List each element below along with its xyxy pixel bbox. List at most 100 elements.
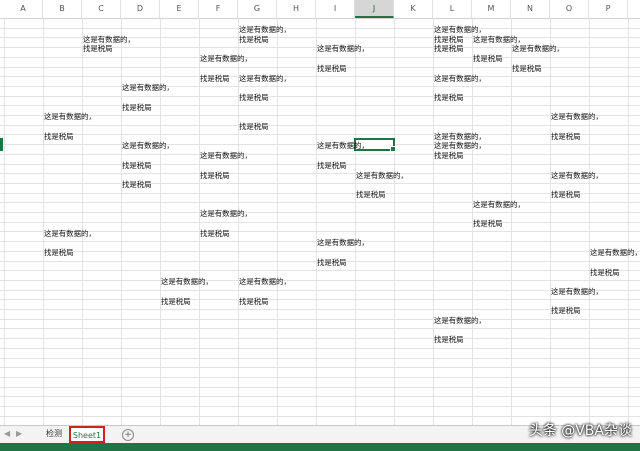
column-header-e[interactable]: E (160, 0, 199, 18)
cell-m-text[interactable]: 找是税局 (473, 219, 503, 229)
cell-b-text[interactable]: 这是有数据的， (44, 112, 96, 122)
cell-d-text[interactable]: 这是有数据的， (122, 83, 174, 93)
cell-b-text[interactable]: 找是税局 (44, 132, 74, 142)
cell-o-text[interactable]: 找是税局 (551, 132, 581, 142)
cell-d-text[interactable]: 找是税局 (122, 161, 152, 171)
cell-g-text[interactable]: 这是有数据的， (239, 74, 291, 84)
cell-g-text[interactable]: 找是税局 (239, 297, 269, 307)
grid-row-line (0, 115, 640, 116)
cell-g-text[interactable]: 这是有数据的， (239, 277, 291, 287)
cell-p-text[interactable]: 这是有数据的， (590, 248, 640, 258)
grid-row-line (0, 124, 640, 126)
column-header-d[interactable]: D (121, 0, 160, 18)
cell-d-text[interactable]: 这是有数据的， (122, 141, 174, 151)
grid-row-line (0, 153, 640, 155)
cell-o-text[interactable]: 这是有数据的， (551, 171, 603, 181)
cell-f-text[interactable]: 这是有数据的， (200, 209, 252, 219)
column-header-a[interactable]: A (4, 0, 43, 18)
cell-l-text[interactable]: 找是税局 (434, 335, 464, 345)
column-header-l[interactable]: L (433, 0, 472, 18)
column-header-p[interactable]: P (589, 0, 628, 18)
cell-f-text[interactable]: 找是税局 (200, 229, 230, 239)
cell-i-text[interactable]: 这是有数据的， (317, 44, 369, 54)
cell-d-text[interactable]: 找是税局 (122, 180, 152, 190)
cell-e-text[interactable]: 找是税局 (161, 297, 191, 307)
cell-g-text[interactable]: 这是有数据的， (239, 25, 291, 35)
column-header-o[interactable]: O (550, 0, 589, 18)
cell-l-text[interactable]: 这是有数据的， (434, 141, 486, 151)
grid-row-line (0, 270, 640, 272)
cell-d-text[interactable]: 找是税局 (122, 103, 152, 113)
cell-m-text[interactable]: 这是有数据的， (473, 200, 525, 210)
cell-n-text[interactable]: 这是有数据的， (512, 44, 564, 54)
grid-row-line (0, 338, 640, 340)
cell-n-text[interactable]: 找是税局 (512, 64, 542, 74)
cell-b-text[interactable]: 找是税局 (44, 248, 74, 258)
cell-l-text[interactable]: 找是税局 (434, 44, 464, 54)
cell-o-text[interactable]: 这是有数据的， (551, 287, 603, 297)
column-header-j[interactable]: J (355, 0, 394, 18)
cell-grid[interactable]: 这是有数据的， 这是有数据的， 这是有数据的， 找是税局 找是税局 这是有数据的， 找是税局… (0, 18, 640, 425)
cell-m-text[interactable]: 这是有数据的， (473, 35, 525, 45)
tab-sheet1[interactable]: Sheet1 (69, 426, 105, 443)
cell-i-text[interactable]: 这是有数据的， (317, 238, 369, 248)
column-header-m[interactable]: M (472, 0, 511, 18)
grid-row-line (0, 406, 640, 407)
cell-b-text[interactable]: 这是有数据的， (44, 229, 96, 239)
cell-l-text[interactable]: 找是税局 (434, 35, 464, 45)
cell-c-text[interactable]: 这是有数据的， (83, 35, 135, 45)
cell-o-text[interactable]: 找是税局 (551, 306, 581, 316)
cell-g-text[interactable]: 找是税局 (239, 35, 269, 45)
scroll-tabs-right-icon[interactable]: ▶ (16, 429, 22, 438)
cell-j-text[interactable]: 找是税局 (356, 190, 386, 200)
cell-i-text[interactable]: 这是有数据的， (317, 141, 369, 151)
grid-row-line (0, 299, 640, 301)
cell-l-text[interactable]: 这是有数据的， (434, 316, 486, 326)
grid-row-line (0, 415, 640, 417)
cell-i-text[interactable]: 找是税局 (317, 161, 347, 171)
cell-g-text[interactable]: 找是税局 (239, 93, 269, 103)
grid-row-line (0, 386, 640, 388)
cell-f-text[interactable]: 找是税局 (200, 171, 230, 181)
cell-l-text[interactable]: 这是有数据的， (434, 25, 486, 35)
tab-jiance[interactable]: 检测 (38, 426, 70, 443)
cell-p-text[interactable]: 找是税局 (590, 268, 620, 278)
grid-row-line (0, 221, 640, 223)
grid-row-line (0, 134, 640, 136)
cell-c-text[interactable]: 找是税局 (83, 44, 113, 54)
cell-i-text[interactable]: 找是税局 (317, 64, 347, 74)
column-header-h[interactable]: H (277, 0, 316, 18)
grid-row-line (0, 318, 640, 320)
cell-i-text[interactable]: 找是税局 (317, 258, 347, 268)
cell-f-text[interactable]: 这是有数据的， (200, 54, 252, 64)
cell-l-text[interactable]: 找是税局 (434, 151, 464, 161)
column-header-i[interactable]: I (316, 0, 355, 18)
add-sheet-icon[interactable]: + (122, 429, 134, 441)
column-header-bar: ABCDEFGHIJKLMNOP (0, 0, 640, 19)
cell-m-text[interactable]: 找是税局 (473, 54, 503, 64)
active-row-marker (0, 138, 3, 152)
cell-f-text[interactable]: 这是有数据的， (200, 151, 252, 161)
cell-j-text[interactable]: 这是有数据的， (356, 171, 408, 181)
fill-handle[interactable] (390, 146, 396, 153)
column-header-c[interactable]: C (82, 0, 121, 18)
cell-o-text[interactable]: 找是税局 (551, 190, 581, 200)
cell-l-text[interactable]: 这是有数据的， (434, 132, 486, 142)
column-header-k[interactable]: K (394, 0, 433, 18)
cell-o-text[interactable]: 这是有数据的， (551, 112, 603, 122)
column-header-n[interactable]: N (511, 0, 550, 18)
column-header-f[interactable]: F (199, 0, 238, 18)
spreadsheet-area[interactable]: ABCDEFGHIJKLMNOP 这是有数据的， 这是有数据的， 这是有数据的， 找是… (0, 0, 640, 425)
cell-g-text[interactable]: 找是税局 (239, 122, 269, 132)
grid-row-line (0, 212, 640, 213)
column-header-g[interactable]: G (238, 0, 277, 18)
cell-l-text[interactable]: 找是税局 (434, 93, 464, 103)
grid-row-line (0, 182, 640, 184)
column-header-b[interactable]: B (43, 0, 82, 18)
scroll-tabs-left-icon[interactable]: ◀ (4, 429, 10, 438)
grid-row-line (0, 85, 640, 87)
grid-row-line (0, 347, 640, 349)
cell-f-text[interactable]: 找是税局 (200, 74, 230, 84)
cell-l-text[interactable]: 这是有数据的， (434, 74, 486, 84)
cell-e-text[interactable]: 这是有数据的， (161, 277, 213, 287)
